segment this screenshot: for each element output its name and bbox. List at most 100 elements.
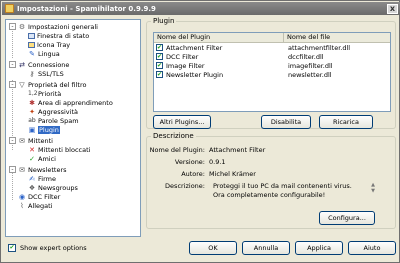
- plugin-file: newsletter.dll: [288, 70, 332, 79]
- tree-item-label: DCC Filter: [28, 192, 61, 201]
- language-icon: ✎: [29, 49, 35, 58]
- tree-item-dcc-filter[interactable]: ◉ DCC Filter: [18, 192, 60, 201]
- tree-item-proprieta-filtro[interactable]: - ▽ Proprietà del filtro: [9, 80, 86, 89]
- tree-item-label: Finestra di stato: [37, 31, 90, 40]
- tree-item-label: Connessione: [28, 60, 70, 69]
- plugin-row[interactable]: ✔ Attachment Filter attachmentfilter.dll: [154, 43, 390, 52]
- column-header-file-name[interactable]: Nome del file: [284, 33, 390, 42]
- tree-item-label: Icona Tray: [37, 40, 71, 49]
- title-bar: Impostazioni - Spamihilator 0.9.9.9 x: [2, 2, 400, 15]
- collapse-icon[interactable]: -: [9, 137, 16, 144]
- expert-options-label: Show expert options: [20, 244, 87, 252]
- tree-item-connessione[interactable]: - ⇄ Connessione: [9, 60, 69, 69]
- tree-item-label: Parole Spam: [38, 116, 79, 125]
- plugin-list-header: Nome del Plugin Nome del file: [154, 33, 390, 43]
- tree-item-amici[interactable]: ✓ Amici: [28, 154, 56, 163]
- plugin-name: Attachment Filter: [166, 43, 223, 52]
- attachment-icon: ⌇: [20, 201, 24, 210]
- newsgroups-icon: ❖: [28, 183, 36, 192]
- plugin-enabled-checkbox[interactable]: ✔: [156, 44, 163, 51]
- tree-item-firme[interactable]: ✍ Firme: [28, 174, 56, 183]
- tree-item-ssl-tls[interactable]: ⚷ SSL/TLS: [28, 69, 63, 78]
- blocked-icon: ✕: [29, 145, 35, 154]
- tree-item-priorita[interactable]: 1,2 Priorità: [28, 89, 61, 98]
- plugin-file: imagefilter.dll: [288, 61, 333, 70]
- configure-button[interactable]: Configura...: [319, 211, 375, 225]
- scroll-down-icon[interactable]: ▼: [369, 188, 377, 194]
- reload-button[interactable]: Ricarica: [319, 115, 373, 129]
- tree-item-lingua[interactable]: ✎ Lingua: [28, 49, 60, 58]
- tree-item-finestra-stato[interactable]: Finestra di stato: [28, 31, 89, 40]
- cancel-button[interactable]: Annulla: [242, 241, 290, 255]
- settings-window: Impostazioni - Spamihilator 0.9.9.9 x - …: [0, 0, 400, 263]
- newsletter-icon: ✉: [19, 165, 25, 174]
- plugin-file: dccfilter.dll: [288, 52, 324, 61]
- close-button[interactable]: x: [387, 3, 398, 14]
- plugin-name-value: Attachment Filter: [209, 146, 266, 154]
- settings-tree[interactable]: - ⚙ Impostazioni generali Finestra di st…: [5, 19, 141, 237]
- plugin-enabled-checkbox[interactable]: ✔: [156, 53, 163, 60]
- help-button[interactable]: Aiuto: [348, 241, 396, 255]
- tree-item-label: Newsgroups: [38, 183, 78, 192]
- tree-item-label: Amici: [38, 154, 56, 163]
- collapse-icon[interactable]: -: [9, 61, 16, 68]
- tray-icon: [28, 41, 35, 48]
- plugin-name: Newsletter Plugin: [166, 70, 224, 79]
- plugin-enabled-checkbox[interactable]: ✔: [156, 62, 163, 69]
- senders-icon: ✉: [19, 136, 25, 145]
- tree-item-label: Allegati: [28, 201, 53, 210]
- column-header-plugin-name[interactable]: Nome del Plugin: [154, 33, 284, 42]
- tree-item-aggressivita[interactable]: ✦ Aggressività: [28, 107, 78, 116]
- collapse-icon[interactable]: -: [9, 166, 16, 173]
- description-scroll[interactable]: ▲ ▼: [369, 182, 377, 202]
- tree-item-area-apprendimento[interactable]: ✱ Area di apprendimento: [28, 98, 113, 107]
- plugin-row[interactable]: ✔ Newsletter Plugin newsletter.dll: [154, 70, 390, 79]
- tree-item-label: Priorità: [38, 89, 62, 98]
- plugin-group-label: Plugin: [153, 17, 175, 25]
- tree-item-label: Proprietà del filtro: [28, 80, 87, 89]
- tree-item-icona-tray[interactable]: Icona Tray: [28, 40, 70, 49]
- tree-item-newsletters[interactable]: - ✉ Newsletters: [9, 165, 67, 174]
- version-label: Versione:: [174, 158, 205, 166]
- version-value: 0.9.1: [209, 158, 226, 166]
- tree-item-label: Plugin: [38, 125, 60, 134]
- disable-button[interactable]: Disabilita: [261, 115, 311, 129]
- tree-item-mittenti[interactable]: - ✉ Mittenti: [9, 136, 53, 145]
- aggressiveness-icon: ✦: [29, 107, 35, 116]
- window-icon: [28, 32, 35, 39]
- tree-item-mittenti-bloccati[interactable]: ✕ Mittenti bloccati: [28, 145, 90, 154]
- plugin-name-label: Nome del Plugin:: [149, 146, 205, 154]
- filter-icon: ▽: [19, 80, 25, 89]
- expert-options-checkbox[interactable]: ✔: [8, 244, 16, 252]
- tree-item-impostazioni-generali[interactable]: - ⚙ Impostazioni generali: [9, 22, 98, 31]
- tree-item-allegati[interactable]: ⌇ Allegati: [18, 201, 53, 210]
- settings-icon: ⚙: [18, 22, 26, 31]
- description-text: Proteggi il tuo PC da mail contenenti vi…: [213, 182, 352, 199]
- signature-icon: ✍: [29, 174, 35, 183]
- tree-item-plugin[interactable]: ▣ Plugin: [28, 125, 60, 134]
- learning-icon: ✱: [29, 98, 35, 107]
- expert-options-toggle[interactable]: ✔ Show expert options: [8, 244, 87, 252]
- window-title: Impostazioni - Spamihilator 0.9.9.9: [17, 4, 156, 13]
- priority-icon: 1,2: [28, 89, 38, 97]
- apply-button[interactable]: Applica: [295, 241, 343, 255]
- collapse-icon[interactable]: -: [9, 81, 16, 88]
- dcc-icon: ◉: [18, 192, 26, 201]
- ok-button[interactable]: OK: [189, 241, 237, 255]
- plugin-row[interactable]: ✔ Image Filter imagefilter.dll: [154, 61, 390, 70]
- plugin-name: Image Filter: [166, 61, 205, 70]
- tree-item-parole-spam[interactable]: ab Parole Spam: [28, 116, 79, 125]
- collapse-icon[interactable]: -: [9, 23, 16, 30]
- connection-icon: ⇄: [19, 60, 25, 69]
- plugin-list[interactable]: Nome del Plugin Nome del file ✔ Attachmen…: [153, 32, 391, 112]
- plugin-enabled-checkbox[interactable]: ✔: [156, 71, 163, 78]
- description-label: Descrizione:: [165, 182, 205, 190]
- tree-connector: [12, 28, 13, 58]
- tree-item-label: Lingua: [38, 49, 60, 58]
- plugin-file: attachmentfilter.dll: [288, 43, 351, 52]
- more-plugins-button[interactable]: Altri Plugins...: [153, 115, 211, 129]
- plugin-row[interactable]: ✔ DCC Filter dccfilter.dll: [154, 52, 390, 61]
- tree-item-label: Area di apprendimento: [38, 98, 113, 107]
- tree-item-label: Impostazioni generali: [28, 22, 98, 31]
- tree-item-newsgroups[interactable]: ❖ Newsgroups: [28, 183, 78, 192]
